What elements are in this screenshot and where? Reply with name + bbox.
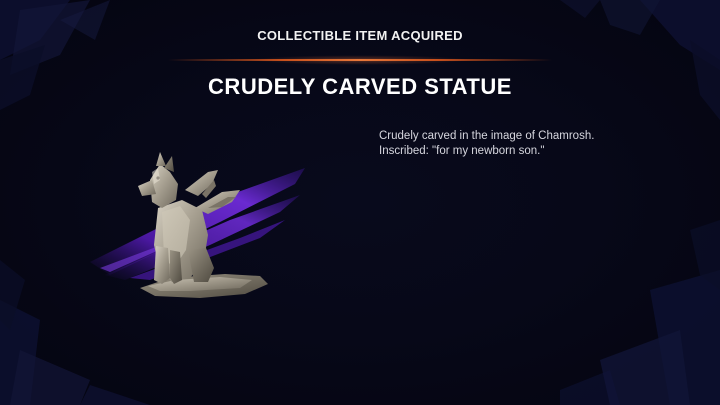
description-line-2: Inscribed: "for my newborn son." bbox=[379, 145, 545, 157]
description-line-1: Crudely carved in the image of Chamrosh. bbox=[379, 130, 595, 142]
winged-dog-statue-icon bbox=[90, 152, 305, 298]
collectible-acquired-screen: COLLECTIBLE ITEM ACQUIRED CRUDELY CARVED… bbox=[0, 0, 720, 405]
item-title: CRUDELY CARVED STATUE bbox=[208, 74, 512, 99]
header-label: COLLECTIBLE ITEM ACQUIRED bbox=[257, 28, 463, 43]
item-description: Crudely carved in the image of Chamrosh.… bbox=[379, 129, 669, 159]
header-divider bbox=[168, 59, 552, 61]
